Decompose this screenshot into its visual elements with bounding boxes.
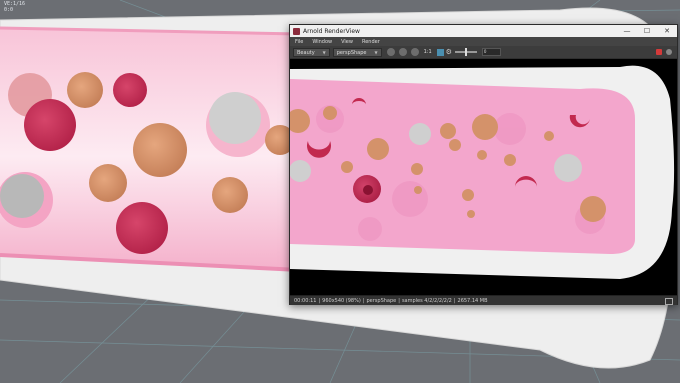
menu-window[interactable]: Window [312, 39, 332, 45]
status-samples: samples 4/2/2/2/2/2 [401, 297, 452, 304]
render-image[interactable] [286, 59, 677, 295]
stop-icon[interactable] [398, 48, 407, 56]
minimize-button[interactable]: — [617, 25, 637, 37]
ratio-label[interactable]: 1:1 [424, 49, 432, 55]
aov-select-value: Beauty [297, 49, 315, 56]
status-camera: perspShape [366, 297, 397, 304]
exposure-slider-knob[interactable] [464, 48, 467, 56]
window-title: Arnold RenderView [303, 27, 360, 35]
status-sep-2: | [362, 297, 365, 304]
status-sep-1: | [318, 297, 321, 304]
render-icon[interactable] [386, 48, 395, 56]
viewport-readout: VE:1/16 0:0 [4, 1, 25, 13]
readout-line2: 0:0 [4, 7, 14, 13]
maximize-button[interactable]: ☐ [637, 25, 657, 37]
gear-icon[interactable]: ⚙ [446, 48, 452, 56]
menu-render[interactable]: Render [362, 39, 380, 45]
toolbar: Beauty ▼ perspShape ▼ 1:1 ⚙ 0 [290, 46, 677, 59]
status-bar: 00:00:11 | 960x540 (98%) | perspShape | … [290, 295, 677, 305]
app-icon [293, 27, 300, 35]
display-icon[interactable] [665, 298, 673, 305]
menu-view[interactable]: View [341, 39, 353, 45]
exposure-field[interactable]: 0 [481, 48, 501, 56]
menu-file[interactable]: File [295, 39, 303, 45]
refresh-icon[interactable] [410, 48, 419, 56]
toolbar-right [654, 49, 674, 55]
snapshot-icon[interactable] [656, 49, 662, 55]
status-memory: 2657.14 MB [457, 297, 488, 304]
close-button[interactable]: ✕ [657, 25, 677, 37]
aov-select[interactable]: Beauty ▼ [293, 47, 330, 57]
arnold-renderview-window[interactable]: Arnold RenderView — ☐ ✕ File Window View… [286, 24, 678, 305]
status-time: 00:00:11 [294, 297, 317, 304]
menubar: File Window View Render [290, 37, 677, 46]
chevron-down-icon: ▼ [374, 49, 378, 55]
camera-select-value: perspShape [336, 49, 367, 56]
render-output [286, 59, 677, 295]
display-icon[interactable] [666, 49, 672, 55]
camera-select[interactable]: perspShape ▼ [332, 47, 382, 57]
window-titlebar[interactable]: Arnold RenderView — ☐ ✕ [290, 25, 677, 37]
region-icon[interactable] [436, 48, 444, 56]
exposure-slider[interactable] [454, 48, 477, 56]
chevron-down-icon: ▼ [322, 49, 326, 55]
status-resolution: 960x540 (98%) [322, 297, 361, 304]
window-controls: — ☐ ✕ [617, 25, 677, 37]
status-sep-4: | [453, 297, 456, 304]
status-sep-3: | [398, 297, 400, 304]
